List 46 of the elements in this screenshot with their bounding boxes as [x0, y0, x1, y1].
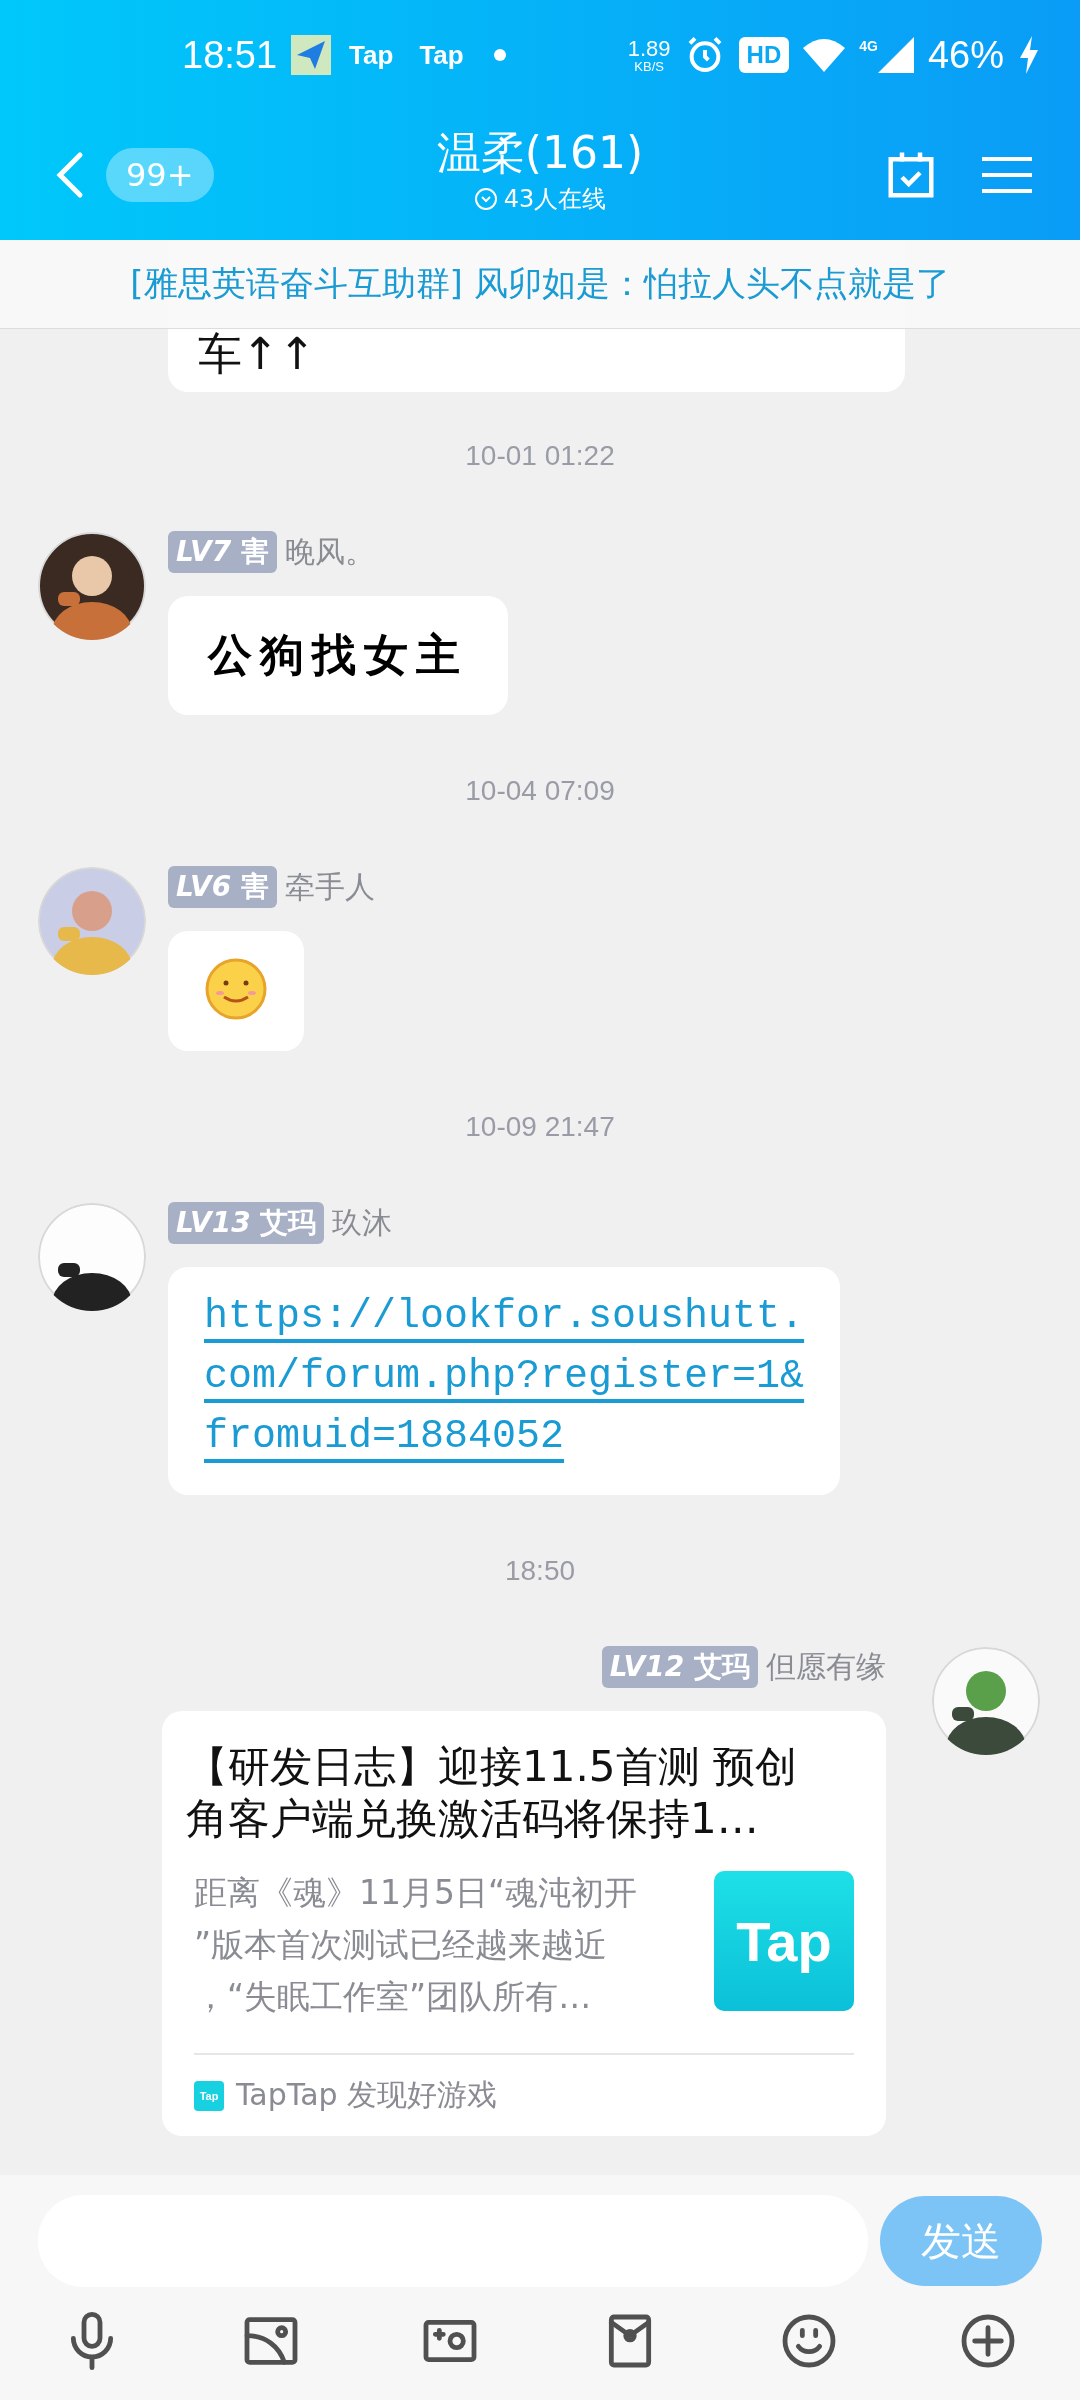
level-badge: LV7 害 — [168, 531, 277, 573]
level-badge: LV13 艾玛 — [168, 1202, 325, 1244]
send-button[interactable]: 发送 — [880, 2196, 1042, 2286]
sticker-text: 公狗找女主 — [206, 628, 469, 682]
message-text: 车↑↑ — [198, 328, 316, 379]
card-description: ，“失眠工作室”团队所有… — [194, 1976, 593, 2018]
announcement-banner[interactable]: [雅思英语奋斗互助群] 风卯如是：怕拉人头不点就是了 — [0, 240, 1080, 329]
source-text: TapTap 发现好游戏 — [236, 2076, 498, 2114]
sender-name: 晚风。 — [284, 532, 375, 571]
notification-label: Tap — [349, 39, 394, 71]
bolt-icon — [1018, 36, 1040, 74]
smiley-icon — [204, 957, 268, 1021]
sender-name: 玖沐 — [332, 1203, 393, 1242]
level-badge: LV12 艾玛 — [601, 1646, 758, 1688]
paper-plane-icon — [291, 35, 332, 75]
card-description: ”版本首次测试已经越来越近 — [194, 1924, 609, 1966]
notification-label: Tap — [419, 39, 464, 71]
signal-icon — [877, 37, 914, 73]
unread-badge[interactable]: 99+ — [106, 148, 214, 202]
dot-icon — [493, 49, 506, 61]
source-logo: Tap — [194, 2080, 224, 2111]
timestamp: 18:50 — [504, 1554, 576, 1588]
link[interactable]: https://lookfor.soushutt.com/forum.php?register=1&fromuid=1884052 — [204, 1287, 805, 1467]
level-badge: LV6 害 — [168, 866, 277, 908]
timestamp: 10-04 07:09 — [465, 774, 615, 808]
link-card[interactable]: 【研发日志】迎接11.5首测 预创 角客户端兑换激活码将保持1… 距离《魂》11月5日“魂沌初开 ”版本首次测试已经越来越近 ，“失眠工作室”团队所有… Tap Tap TapTap 发现好游戏 — [162, 1711, 886, 2136]
hd-badge: HD — [738, 37, 790, 73]
speed-unit: KB/S — [634, 59, 664, 73]
card-title: 角客户端兑换激活码将保持1… — [186, 1793, 760, 1845]
announcement-text: [雅思英语奋斗互助群] 风卯如是：怕拉人头不点就是了 — [130, 262, 950, 305]
status-time: 18:51 — [182, 33, 278, 77]
card-description: 距离《魂》11月5日“魂沌初开 — [194, 1872, 638, 1914]
battery-level: 46% — [927, 33, 1004, 77]
chat-title: 温柔(161) — [436, 126, 644, 180]
chevron-down-icon — [473, 187, 498, 211]
wifi-icon — [803, 38, 846, 72]
sender-name: 牵手人 — [284, 867, 375, 906]
timestamp: 10-09 21:47 — [465, 1110, 615, 1144]
sender-name: 但愿有缘 — [766, 1647, 886, 1686]
menu-icon[interactable] — [982, 155, 1032, 195]
network-label: 4G — [859, 38, 878, 54]
card-title: 【研发日志】迎接11.5首测 预创 — [186, 1741, 798, 1793]
app-logo: Tap — [714, 1871, 854, 2011]
timestamp: 10-01 01:22 — [465, 439, 615, 473]
speed-value: 1.89 — [627, 37, 671, 60]
online-count: 43人在线 — [503, 184, 607, 215]
